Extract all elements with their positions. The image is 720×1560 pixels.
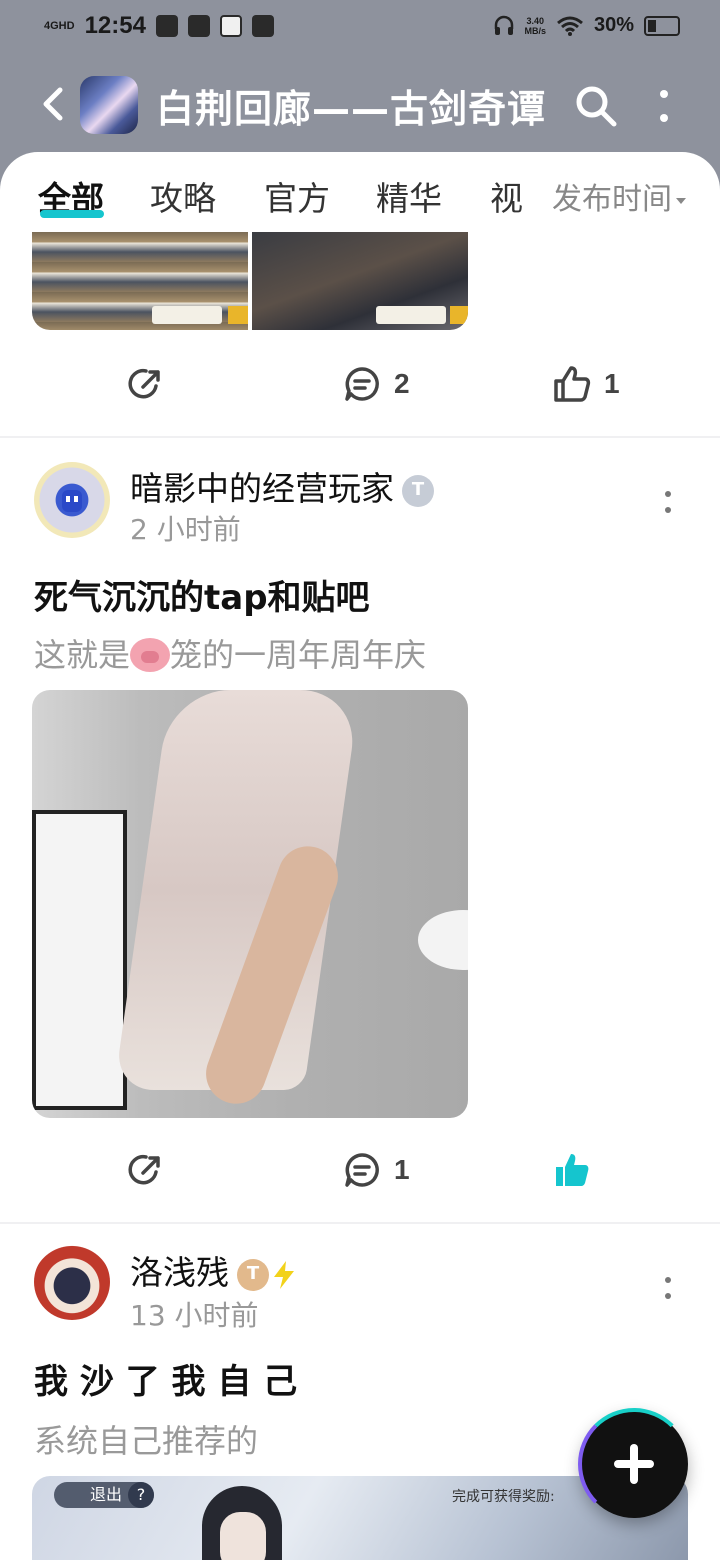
post-divider <box>0 1222 720 1224</box>
share-icon <box>128 368 160 399</box>
avatar[interactable] <box>34 1244 110 1320</box>
more-options-icon[interactable] <box>660 490 676 514</box>
like-button[interactable]: 1 <box>552 354 620 414</box>
help-icon: ? <box>128 1482 154 1508</box>
back-icon[interactable] <box>36 84 72 124</box>
game-reward-label: 完成可获得奖励: <box>452 1489 555 1505</box>
notification-icon <box>187 15 210 37</box>
comment-icon <box>345 1153 379 1187</box>
post-image[interactable] <box>32 690 468 1118</box>
battery-percent: 30% <box>593 14 634 36</box>
like-count: 1 <box>604 368 620 399</box>
comment-button[interactable]: 2 <box>342 354 410 414</box>
username[interactable]: 暗影中的经营玩家 T <box>130 462 434 510</box>
more-options-icon[interactable] <box>650 86 678 126</box>
share-button[interactable] <box>126 354 166 414</box>
sort-dropdown[interactable]: 发布时间 <box>552 174 686 218</box>
like-button[interactable] <box>552 1140 592 1200</box>
caret-down-icon <box>676 197 686 204</box>
more-options-icon[interactable] <box>660 1276 676 1300</box>
post-image[interactable] <box>32 232 248 330</box>
post-body: 这就是 笼的一周年周年庆 <box>34 636 427 674</box>
search-icon[interactable] <box>574 84 618 128</box>
post-divider <box>0 436 720 438</box>
level-badge-icon: T <box>237 1258 269 1291</box>
post-body: 系统自己推荐的 <box>34 1422 259 1460</box>
headphones-icon <box>495 15 514 35</box>
notification-icon <box>219 15 242 37</box>
tab-official[interactable]: 官方 <box>264 172 330 220</box>
create-post-button[interactable] <box>578 1408 690 1520</box>
pig-emoji-icon <box>130 638 171 672</box>
comment-count: 2 <box>394 368 410 399</box>
page-title: 白荆回廊——古剑奇谭 <box>156 87 547 131</box>
post-time: 2 小时前 <box>130 513 241 546</box>
post-actions: 2 1 <box>0 354 720 414</box>
tab-guides[interactable]: 攻略 <box>150 172 216 220</box>
status-bar: 4GHD 12:54 3.40 MB/s 30% <box>0 0 720 56</box>
thumbs-up-filled-icon <box>556 1154 589 1186</box>
avatar[interactable] <box>34 462 110 538</box>
tab-bar: 全部 攻略 官方 精华 视 发布时间 <box>0 152 720 232</box>
tab-featured[interactable]: 精华 <box>376 172 442 220</box>
app-header: 白荆回廊——古剑奇谭 <box>0 56 720 156</box>
wifi-icon <box>557 16 583 36</box>
username[interactable]: 洛浅残 T <box>130 1246 297 1294</box>
notification-icon <box>251 15 274 37</box>
post-actions: 1 <box>0 1140 720 1200</box>
comment-button[interactable]: 1 <box>342 1140 410 1200</box>
level-badge-icon: T <box>402 474 434 507</box>
post-time: 13 小时前 <box>130 1299 259 1332</box>
game-avatar[interactable] <box>80 76 138 134</box>
network-speed: 3.40 MB/s <box>524 15 546 36</box>
active-tab-indicator <box>40 210 104 218</box>
lightning-icon <box>274 1260 294 1289</box>
comment-count: 1 <box>394 1154 410 1185</box>
thumbs-up-icon <box>554 366 591 402</box>
post-title: 死气沉沉的tap和贴吧 <box>34 578 370 618</box>
content-sheet: 全部 攻略 官方 精华 视 发布时间 2 1 暗影中的经营玩家 T 2 小时前 … <box>0 152 720 1560</box>
share-button[interactable] <box>126 1140 166 1200</box>
clock: 12:54 <box>84 12 146 39</box>
post-title: 我 沙 了 我 自 己 <box>34 1362 298 1402</box>
battery-icon <box>644 15 680 36</box>
notification-icon <box>155 15 178 37</box>
post-image[interactable] <box>252 232 468 330</box>
tab-video[interactable]: 视 <box>490 172 523 220</box>
network-indicator: 4GHD <box>44 19 75 32</box>
comment-icon <box>345 367 379 401</box>
share-icon <box>128 1154 160 1185</box>
